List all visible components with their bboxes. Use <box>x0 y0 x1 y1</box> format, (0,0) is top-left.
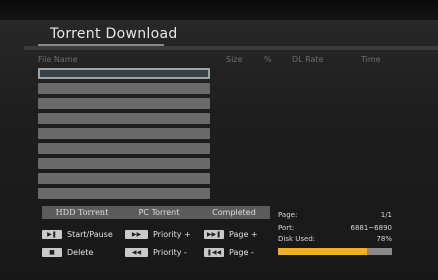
delete-label: Delete <box>67 248 94 257</box>
list-item[interactable] <box>38 98 210 109</box>
delete-button[interactable]: ■ Delete <box>42 248 93 257</box>
start-pause-label: Start/Pause <box>67 230 113 239</box>
disk-usage-fill <box>278 248 367 255</box>
tab-pc-torrent[interactable]: PC Torrent <box>120 206 198 219</box>
list-item[interactable] <box>38 143 210 154</box>
priority-up-label: Priority + <box>153 230 191 239</box>
list-item[interactable] <box>38 158 210 169</box>
fast-forward-icon: ▶▶ <box>125 230 148 239</box>
disk-usage-bar <box>278 248 392 255</box>
column-dl-rate: DL Rate <box>292 55 324 64</box>
list-item-selected[interactable] <box>38 68 210 79</box>
list-item[interactable] <box>38 188 210 199</box>
top-band <box>0 0 438 20</box>
list-item[interactable] <box>38 173 210 184</box>
tab-completed[interactable]: Completed <box>198 206 270 219</box>
page-value: 1/1 <box>380 211 392 219</box>
priority-down-button[interactable]: ◀◀ Priority - <box>125 248 187 257</box>
play-pause-icon: ▶❚ <box>42 230 62 239</box>
list-item[interactable] <box>38 113 210 124</box>
port-value: 6881~6890 <box>350 224 393 232</box>
tab-hdd-torrent[interactable]: HDD Torrent <box>42 206 122 219</box>
rewind-icon: ◀◀ <box>125 248 148 257</box>
disk-used-value: 78% <box>376 235 392 243</box>
page-title: Torrent Download <box>50 26 178 42</box>
start-pause-button[interactable]: ▶❚ Start/Pause <box>42 230 113 239</box>
header-divider <box>24 46 438 50</box>
column-time: Time <box>361 55 381 64</box>
previous-page-icon: ❚◀◀ <box>204 248 224 257</box>
disk-used-label: Disk Used: <box>278 235 316 243</box>
page-down-button[interactable]: ❚◀◀ Page - <box>204 248 254 257</box>
list-item[interactable] <box>38 128 210 139</box>
stop-icon: ■ <box>42 248 62 257</box>
page-up-label: Page + <box>229 230 258 239</box>
page-label: Page: <box>278 211 298 219</box>
port-label: Port: <box>278 224 295 232</box>
page-down-label: Page - <box>229 248 254 257</box>
column-percent: % <box>264 55 272 64</box>
page-up-button[interactable]: ▶▶❚ Page + <box>204 230 258 239</box>
priority-up-button[interactable]: ▶▶ Priority + <box>125 230 191 239</box>
list-item[interactable] <box>38 83 210 94</box>
next-page-icon: ▶▶❚ <box>204 230 224 239</box>
column-size: Size <box>226 55 243 64</box>
priority-down-label: Priority - <box>153 248 187 257</box>
file-list <box>38 68 210 203</box>
torrent-screen: Torrent Download File Name Size % DL Rat… <box>0 0 438 280</box>
column-file-name: File Name <box>38 55 78 64</box>
